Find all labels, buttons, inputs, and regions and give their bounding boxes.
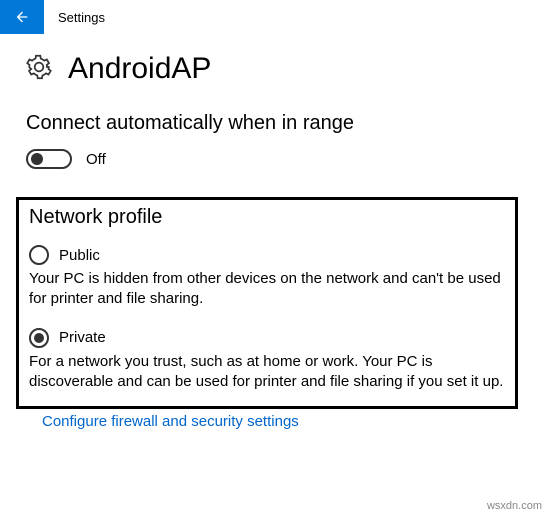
settings-content: AndroidAP Connect automatically when in … bbox=[0, 34, 548, 431]
radio-private-description: For a network you trust, such as at home… bbox=[29, 352, 505, 393]
firewall-settings-link[interactable]: Configure firewall and security settings bbox=[42, 413, 299, 430]
gear-icon bbox=[26, 54, 52, 85]
back-arrow-icon bbox=[14, 9, 30, 25]
window-title: Settings bbox=[58, 10, 105, 25]
network-profile-section: Network profile Public Your PC is hidden… bbox=[16, 197, 518, 409]
profile-option-public[interactable]: Public bbox=[29, 245, 505, 265]
auto-connect-toggle-row: Off bbox=[26, 149, 522, 169]
network-profile-heading: Network profile bbox=[29, 206, 505, 229]
toggle-knob bbox=[31, 153, 43, 165]
titlebar: Settings bbox=[0, 0, 548, 34]
radio-public[interactable] bbox=[29, 245, 49, 265]
radio-private-label: Private bbox=[59, 329, 106, 346]
network-header: AndroidAP bbox=[26, 52, 522, 86]
radio-private[interactable] bbox=[29, 328, 49, 348]
auto-connect-toggle-label: Off bbox=[86, 151, 106, 168]
auto-connect-heading: Connect automatically when in range bbox=[26, 112, 522, 135]
radio-public-label: Public bbox=[59, 247, 100, 264]
network-name: AndroidAP bbox=[68, 52, 211, 86]
profile-option-private[interactable]: Private bbox=[29, 328, 505, 348]
back-button[interactable] bbox=[0, 0, 44, 34]
auto-connect-toggle[interactable] bbox=[26, 149, 72, 169]
watermark: wsxdn.com bbox=[487, 500, 542, 512]
radio-public-description: Your PC is hidden from other devices on … bbox=[29, 269, 505, 310]
